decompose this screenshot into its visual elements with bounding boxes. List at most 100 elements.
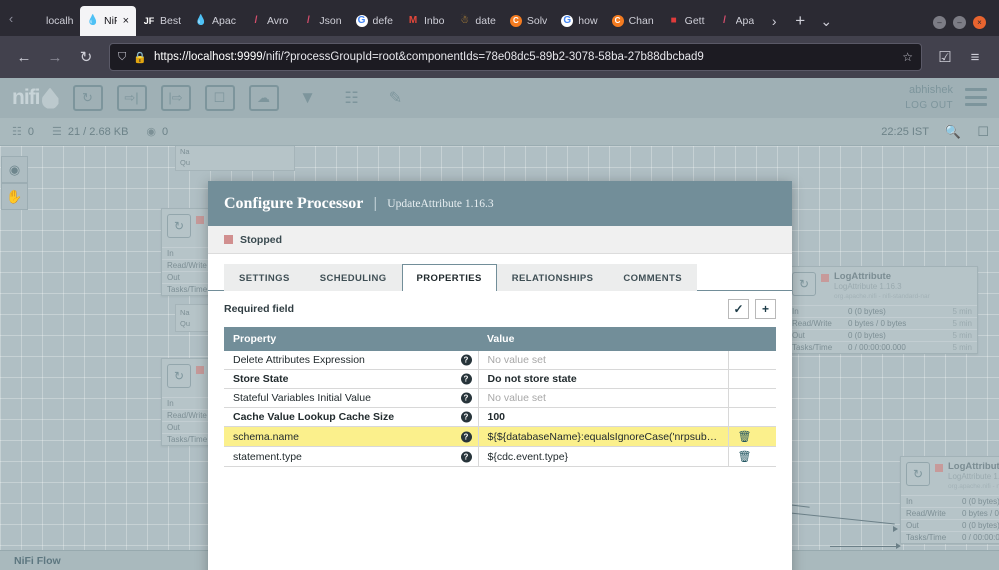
app-menu-button[interactable]: ≡: [961, 43, 989, 71]
processor-node[interactable]: ↻ LogAttribute LogAttribute 1.16.3 org.a…: [900, 456, 999, 544]
search-icon[interactable]: 🔍: [945, 124, 961, 140]
browser-tab-chan[interactable]: C Chan: [605, 6, 661, 36]
table-row[interactable]: Delete Attributes Expression ? No value …: [224, 351, 776, 370]
shield-icon[interactable]: ⛉: [118, 51, 126, 64]
tab-comments[interactable]: COMMENTS: [608, 264, 697, 291]
tab-scroll-right-button[interactable]: ›: [761, 6, 787, 36]
label-icon[interactable]: ✎: [381, 85, 411, 111]
browser-tab-label: Solv: [526, 15, 548, 27]
breadcrumb-label: NiFi Flow: [14, 554, 61, 567]
processor-titles: LogAttribute LogAttribute 1.16.3 org.apa…: [834, 272, 930, 302]
input-port-icon[interactable]: ⇨|: [116, 85, 147, 111]
canvas-toolbar: ◉ ✋: [1, 156, 28, 210]
browser-tab-nifi[interactable]: 💧 NiFi ×: [80, 6, 136, 36]
delete-property-icon[interactable]: 🗑: [738, 451, 752, 463]
browser-tab-getti[interactable]: ■ Gett: [661, 6, 712, 36]
process-group-icon[interactable]: ☐: [204, 85, 235, 111]
tab-scheduling[interactable]: SCHEDULING: [304, 264, 402, 291]
tab-scroll-left-button[interactable]: ‹: [0, 0, 22, 36]
processor-stat-row: Out 0 (0 bytes) 5 min: [787, 329, 977, 341]
help-icon[interactable]: ?: [460, 411, 472, 423]
browser-tab-avro[interactable]: / Avro: [243, 6, 295, 36]
help-icon[interactable]: ?: [460, 373, 472, 385]
help-icon[interactable]: ?: [460, 392, 472, 404]
property-value-cell[interactable]: No value set: [478, 351, 729, 370]
template-icon[interactable]: ☷: [337, 85, 367, 111]
toggle-verify-button[interactable]: ✓: [728, 299, 749, 319]
note-icon[interactable]: ☐: [977, 124, 989, 140]
new-tab-button[interactable]: +: [787, 6, 813, 36]
process-group-count-icon: ☷: [12, 126, 22, 138]
close-icon[interactable]: ×: [123, 15, 129, 27]
global-menu-button[interactable]: [965, 88, 987, 106]
table-row[interactable]: Cache Value Lookup Cache Size ? 100: [224, 407, 776, 427]
funnel-icon[interactable]: ▼: [293, 85, 323, 111]
browser-tab-date[interactable]: ☃ date: [451, 6, 502, 36]
logout-button[interactable]: LOG OUT: [905, 98, 953, 114]
stat-value: 0 / 00:00:00.000: [848, 343, 906, 352]
browser-tab-apac[interactable]: 💧 Apac: [188, 6, 243, 36]
processor-type: LogAttribute 1.16.3: [834, 282, 902, 291]
help-icon[interactable]: ?: [460, 431, 472, 442]
property-name-cell[interactable]: Cache Value Lookup Cache Size ?: [224, 407, 479, 427]
processor-node[interactable]: ↻ LogAttribute LogAttribute 1.16.3 org.a…: [786, 266, 978, 354]
column-header-value[interactable]: Value: [478, 327, 728, 351]
property-value-cell[interactable]: ${${databaseName}:equalsIgnoreCase('nrps…: [478, 426, 729, 447]
property-name-cell[interactable]: statement.type ?: [224, 446, 479, 467]
window-close-button[interactable]: ×: [973, 16, 986, 29]
list-all-tabs-button[interactable]: ⌄: [813, 6, 839, 36]
remote-process-group-icon[interactable]: ☁: [248, 85, 279, 111]
bookmark-star-icon[interactable]: ☆: [902, 50, 913, 64]
browser-tab-how[interactable]: G how: [554, 6, 604, 36]
browser-tab-json[interactable]: / Json: [295, 6, 348, 36]
url-host: https://localhost:9999: [153, 51, 263, 63]
table-row[interactable]: statement.type ? ${cdc.event.type} 🗑: [224, 446, 776, 467]
output-port-icon[interactable]: |⇨: [160, 85, 191, 111]
dialog-header: Configure Processor | UpdateAttribute 1.…: [208, 181, 792, 226]
browser-tab-label: Avro: [266, 15, 289, 27]
property-value-cell[interactable]: 100: [478, 407, 729, 427]
table-row[interactable]: Stateful Variables Initial Value ? No va…: [224, 388, 776, 408]
url-text[interactable]: https://localhost:9999/nifi/?processGrou…: [154, 51, 895, 63]
property-value-cell[interactable]: No value set: [478, 388, 729, 408]
property-actions-cell: [728, 388, 776, 408]
processor-icon[interactable]: ↻: [72, 85, 103, 111]
connection-queue-label[interactable]: Na Qu: [175, 146, 295, 171]
browser-tab-label: Inbo: [423, 15, 445, 27]
pocket-icon[interactable]: ☑: [931, 43, 959, 71]
property-name-cell[interactable]: Delete Attributes Expression ?: [224, 351, 479, 370]
browser-tab-solve[interactable]: C Solv: [503, 6, 554, 36]
add-property-button[interactable]: +: [755, 299, 776, 319]
hand-icon[interactable]: ✋: [1, 183, 28, 210]
connection-line[interactable]: [830, 546, 898, 547]
property-value-cell[interactable]: ${cdc.event.type}: [478, 446, 729, 467]
table-row[interactable]: Store State ? Do not store state: [224, 369, 776, 389]
connection-line[interactable]: [790, 512, 895, 525]
browser-tab-defe[interactable]: G defe: [349, 6, 400, 36]
property-value-cell[interactable]: Do not store state: [478, 369, 729, 389]
lock-icon[interactable]: 🔒: [133, 51, 147, 64]
reload-button[interactable]: ↻: [72, 43, 100, 71]
window-minimize-button[interactable]: –: [933, 16, 946, 29]
browser-tab-localhost[interactable]: localhost: [22, 6, 80, 36]
column-header-property[interactable]: Property: [224, 327, 478, 351]
property-name-cell[interactable]: Stateful Variables Initial Value ?: [224, 388, 479, 408]
tab-settings[interactable]: SETTINGS: [224, 264, 305, 291]
navigate-icon[interactable]: ◉: [1, 156, 28, 183]
property-name-cell[interactable]: Store State ?: [224, 369, 479, 389]
browser-tab-apa[interactable]: / Apa: [712, 6, 762, 36]
url-bar[interactable]: ⛉ 🔒 https://localhost:9999/nifi/?process…: [109, 43, 922, 71]
stat-key: In: [906, 497, 913, 506]
property-name-cell[interactable]: schema.name ?: [224, 426, 479, 447]
window-maximize-button[interactable]: –: [953, 16, 966, 29]
help-icon[interactable]: ?: [460, 451, 472, 462]
table-row[interactable]: schema.name ? ${${databaseName}:equalsIg…: [224, 426, 776, 447]
browser-tab-inbox[interactable]: M Inbo: [400, 6, 451, 36]
delete-property-icon[interactable]: 🗑: [738, 431, 752, 443]
tab-relationships[interactable]: RELATIONSHIPS: [496, 264, 609, 291]
forward-button[interactable]: →: [41, 43, 69, 71]
back-button[interactable]: ←: [10, 43, 38, 71]
help-icon[interactable]: ?: [460, 354, 472, 366]
browser-tab-best[interactable]: JF Best: [136, 6, 188, 36]
tab-properties[interactable]: PROPERTIES: [401, 264, 497, 291]
